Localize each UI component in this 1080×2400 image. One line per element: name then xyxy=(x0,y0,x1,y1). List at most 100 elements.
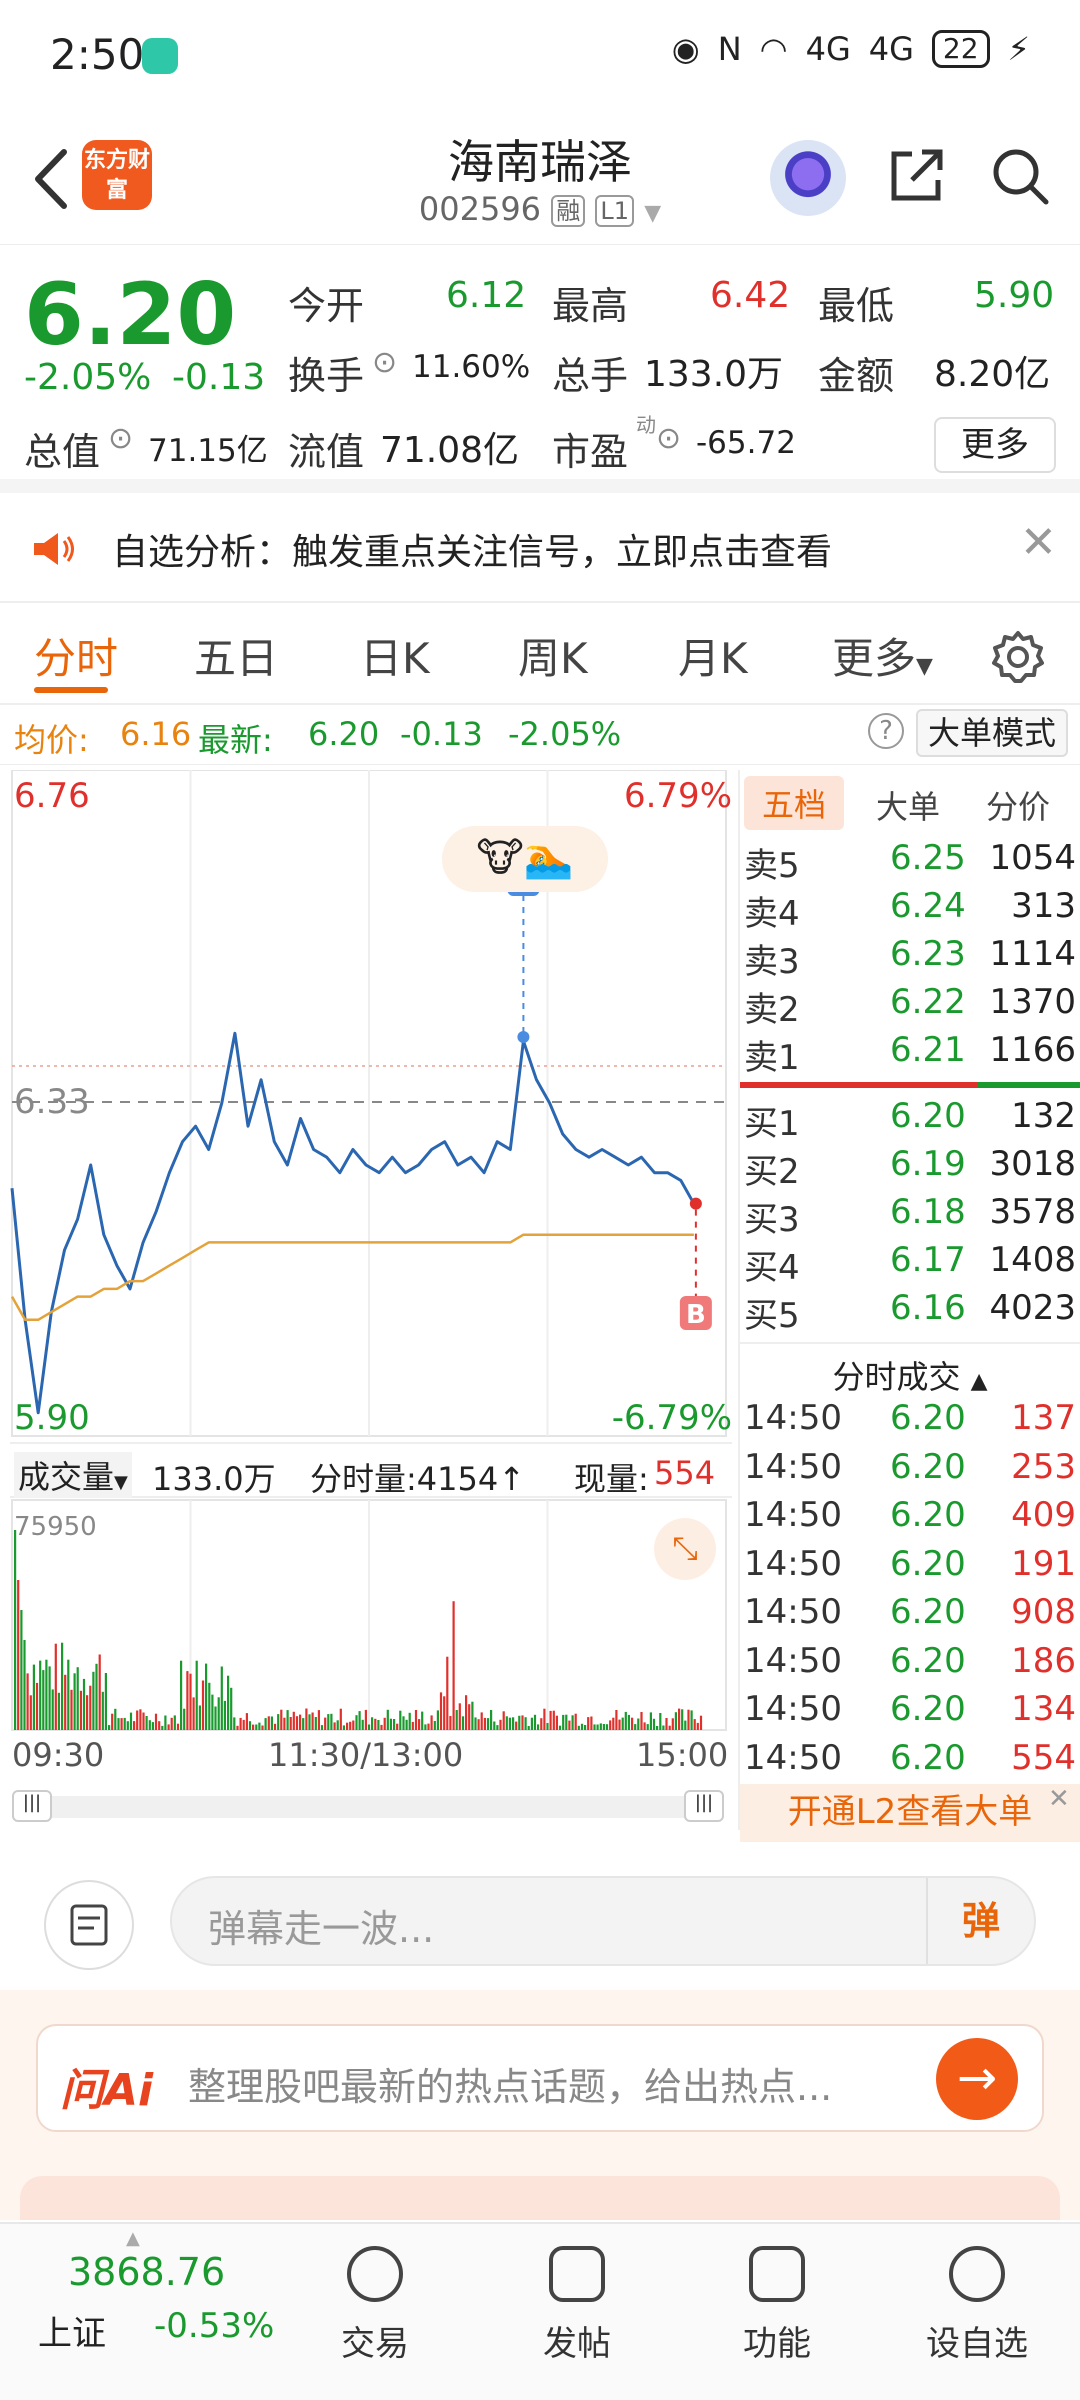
volume-bar xyxy=(114,1708,117,1730)
tick-row-volume: 191 xyxy=(1011,1543,1076,1584)
search-icon[interactable] xyxy=(988,144,1052,208)
danmu-input[interactable]: 弹幕走一波... 弹 xyxy=(170,1876,1036,1966)
volume-bar xyxy=(192,1697,195,1730)
tab-daily-k[interactable]: 日K xyxy=(360,625,430,686)
mascot-badge-icon[interactable]: 🐮🏊 xyxy=(442,826,608,892)
volume-bar xyxy=(227,1675,230,1730)
scroll-handle-right[interactable]: ||| xyxy=(684,1790,724,1822)
back-arrow-icon[interactable] xyxy=(26,144,74,214)
volume-bar xyxy=(314,1717,317,1730)
volume-bar xyxy=(627,1714,630,1730)
volume-bar xyxy=(336,1720,339,1730)
arrow-right-icon[interactable]: → xyxy=(936,2038,1018,2120)
help-icon[interactable]: ? xyxy=(868,713,904,749)
tab-weekly-k[interactable]: 周K xyxy=(518,625,588,686)
volume-bar xyxy=(656,1726,659,1730)
volume-bar xyxy=(111,1713,114,1730)
volume-bar xyxy=(14,1530,17,1730)
volume-selector[interactable]: 成交量▼ xyxy=(14,1452,132,1498)
close-icon[interactable]: ✕ xyxy=(1020,517,1057,568)
tab-five-day[interactable]: 五日 xyxy=(194,625,278,686)
volume-bar xyxy=(23,1640,26,1730)
gear-icon[interactable] xyxy=(990,629,1046,685)
buy-marker-dot xyxy=(689,1197,702,1210)
big-order-mode-button[interactable]: 大单模式 xyxy=(916,709,1069,757)
volume-bar xyxy=(634,1724,637,1730)
speaker-icon xyxy=(34,533,74,565)
more-quote-button[interactable]: 更多 xyxy=(934,417,1056,473)
tick-row-label: 14:50 xyxy=(744,1640,842,1681)
latest-change: -0.13 xyxy=(400,715,483,753)
tab-more[interactable]: 更多▼ xyxy=(832,625,933,686)
volume-bar xyxy=(690,1710,693,1730)
nav-post[interactable]: 发帖 xyxy=(502,2246,652,2365)
nfc-icon: N xyxy=(717,30,742,68)
volume-bar xyxy=(233,1717,236,1730)
ask-row-volume: 1054 xyxy=(989,838,1076,878)
volume-bar xyxy=(35,1682,39,1730)
nav-functions[interactable]: 功能 xyxy=(702,2246,852,2365)
brand-logo[interactable]: 东方财富 xyxy=(82,140,152,210)
ticks-header[interactable]: 分时成交 ▲ xyxy=(740,1342,1080,1396)
volume-bar xyxy=(580,1723,584,1730)
info-circle-icon[interactable]: ⊙ xyxy=(372,345,397,380)
ai-prompt-card[interactable]: 问Ai 整理股吧最新的热点话题，给出热点... → xyxy=(36,2024,1044,2132)
ai-robot-icon[interactable] xyxy=(770,140,846,216)
tick-row-volume: 137 xyxy=(1011,1398,1076,1438)
volume-bar xyxy=(302,1718,305,1730)
tab-five-levels[interactable]: 五档 xyxy=(744,776,845,830)
tick-row-volume: 554 xyxy=(1011,1737,1076,1778)
info-circle-icon[interactable]: ⊙ xyxy=(108,421,133,456)
notification-app-icon xyxy=(142,38,178,74)
expand-icon[interactable]: ⤡ xyxy=(654,1518,716,1580)
next-card-peek xyxy=(20,2176,1060,2220)
nav-add-watchlist-label: 设自选 xyxy=(926,2324,1028,2364)
volume-bar xyxy=(430,1715,433,1730)
ask-row-price: 6.21 xyxy=(890,1030,966,1070)
ask-row-volume: 1166 xyxy=(989,1030,1076,1070)
nav-add-watchlist[interactable]: 设自选 xyxy=(902,2246,1052,2365)
tick-row: 14:50 6.20 253 xyxy=(740,1447,1080,1495)
open-label: 今开 xyxy=(288,284,365,328)
notice-banner[interactable]: 自选分析：触发重点关注信号，立即点击查看 ✕ xyxy=(0,493,1080,603)
tab-price-dist[interactable]: 分价 xyxy=(986,782,1050,828)
volume-bar xyxy=(364,1709,367,1730)
volume-bar xyxy=(208,1682,211,1730)
share-icon[interactable] xyxy=(884,144,948,208)
float-label: 流值 xyxy=(288,430,365,474)
volume-bar xyxy=(383,1717,386,1730)
comment-settings-icon[interactable] xyxy=(44,1880,134,1970)
l2-banner[interactable]: 开通L2查看大单 xyxy=(740,1784,1080,1842)
ask-row-volume: 1114 xyxy=(989,934,1076,974)
stock-code: 002596 xyxy=(418,190,542,228)
tab-monthly-k[interactable]: 月K xyxy=(678,625,748,686)
volume-bar xyxy=(640,1712,643,1730)
volume-bar xyxy=(452,1601,455,1730)
volume-bar xyxy=(245,1713,248,1730)
tab-big-orders[interactable]: 大单 xyxy=(876,782,940,828)
volume-bar xyxy=(327,1714,330,1730)
chart-canvas: SB xyxy=(10,770,727,1731)
info-circle-icon[interactable]: ⊙ xyxy=(656,421,681,456)
nav-trade[interactable]: 交易 xyxy=(300,2246,450,2365)
volume-bar xyxy=(230,1687,233,1730)
chart-scrollbar[interactable]: ||| ||| xyxy=(12,1790,724,1822)
volume-bar xyxy=(486,1718,490,1730)
danmu-toggle-button[interactable]: 弹 xyxy=(926,1878,1034,1964)
eye-icon: ◉ xyxy=(671,30,700,68)
volume-bar xyxy=(176,1723,180,1730)
tab-intraday[interactable]: 分时 xyxy=(34,625,118,686)
index-ticker[interactable]: ▲ 3868.76 上证 -0.53% xyxy=(0,2224,290,2400)
volume-bar xyxy=(684,1720,687,1730)
stock-code-row[interactable]: 002596 融 L1 ▼ xyxy=(340,190,740,228)
order-book: 五档 大单 分价 分时成交 ▲ 开通L2查看大单 ✕ 卖5 6.25 1054 卖4 6… xyxy=(738,770,1080,1842)
ask-row-label: 卖2 xyxy=(744,990,800,1030)
pct-min-label: -6.79% xyxy=(611,1398,732,1438)
intraday-chart[interactable]: SB 6.76 6.79% 6.33 5.90 -6.79% 🐮🏊 成交量▼ 1… xyxy=(10,770,732,1850)
volume-bar xyxy=(367,1724,371,1730)
triangle-up-icon: ▲ xyxy=(970,1369,988,1394)
close-icon[interactable]: ✕ xyxy=(1048,1784,1070,1814)
scroll-handle-left[interactable]: ||| xyxy=(12,1790,52,1822)
volume-bar xyxy=(643,1722,646,1730)
high-value: 6.42 xyxy=(710,275,791,316)
